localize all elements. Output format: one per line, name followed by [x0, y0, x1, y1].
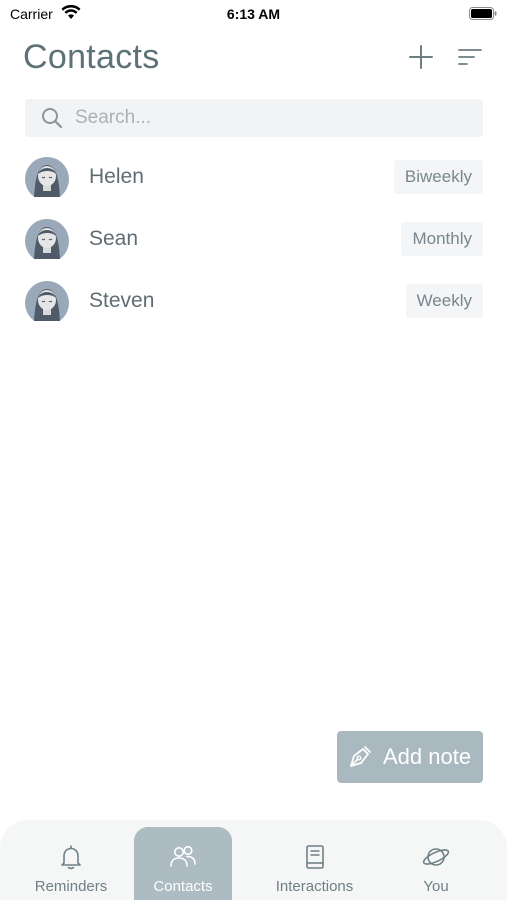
- contact-name: Steven: [89, 289, 155, 312]
- sort-button[interactable]: [457, 46, 483, 68]
- sort-lines-icon: [458, 49, 482, 65]
- avatar: [25, 157, 69, 197]
- header: Contacts: [23, 38, 485, 82]
- tab-label: Reminders: [34, 878, 108, 895]
- tab-label: You: [423, 878, 449, 895]
- tab-bar: Reminders Contacts Interactions You: [0, 820, 507, 900]
- planet-icon: [422, 848, 450, 866]
- bell-icon: [61, 845, 81, 870]
- frequency-badge: Monthly: [401, 222, 483, 256]
- tab-reminders[interactable]: Reminders: [18, 820, 124, 900]
- tab-you[interactable]: You: [395, 820, 477, 900]
- battery-icon: [469, 7, 497, 20]
- contact-name: Sean: [89, 227, 139, 250]
- pen-nib-icon: [350, 746, 371, 767]
- people-icon: [170, 845, 196, 867]
- contact-row-sean[interactable]: Sean Monthly: [25, 219, 483, 269]
- add-note-label: Add note: [383, 744, 472, 769]
- frequency-badge: Biweekly: [393, 160, 483, 194]
- tab-interactions[interactable]: Interactions: [262, 820, 367, 900]
- avatar: [25, 219, 69, 259]
- frequency-badge: Weekly: [405, 284, 483, 318]
- add-contact-button[interactable]: [408, 44, 434, 70]
- book-icon: [305, 845, 324, 869]
- search-icon: [42, 108, 63, 129]
- tab-contacts[interactable]: Contacts: [134, 827, 232, 900]
- plus-icon: [409, 45, 433, 69]
- search-bar: [25, 99, 483, 137]
- contact-row-helen[interactable]: Helen Biweekly: [25, 157, 483, 207]
- search-input[interactable]: [75, 99, 475, 137]
- add-note-button[interactable]: Add note: [337, 731, 483, 783]
- avatar: [25, 281, 69, 321]
- page-title: Contacts: [23, 38, 160, 76]
- tab-label: Interactions: [275, 878, 354, 895]
- contact-row-steven[interactable]: Steven Weekly: [25, 281, 483, 331]
- tab-label: Contacts: [153, 878, 213, 895]
- clock: 6:13 AM: [226, 6, 281, 22]
- status-bar: Carrier 6:13 AM: [0, 0, 507, 28]
- contact-name: Helen: [89, 165, 144, 188]
